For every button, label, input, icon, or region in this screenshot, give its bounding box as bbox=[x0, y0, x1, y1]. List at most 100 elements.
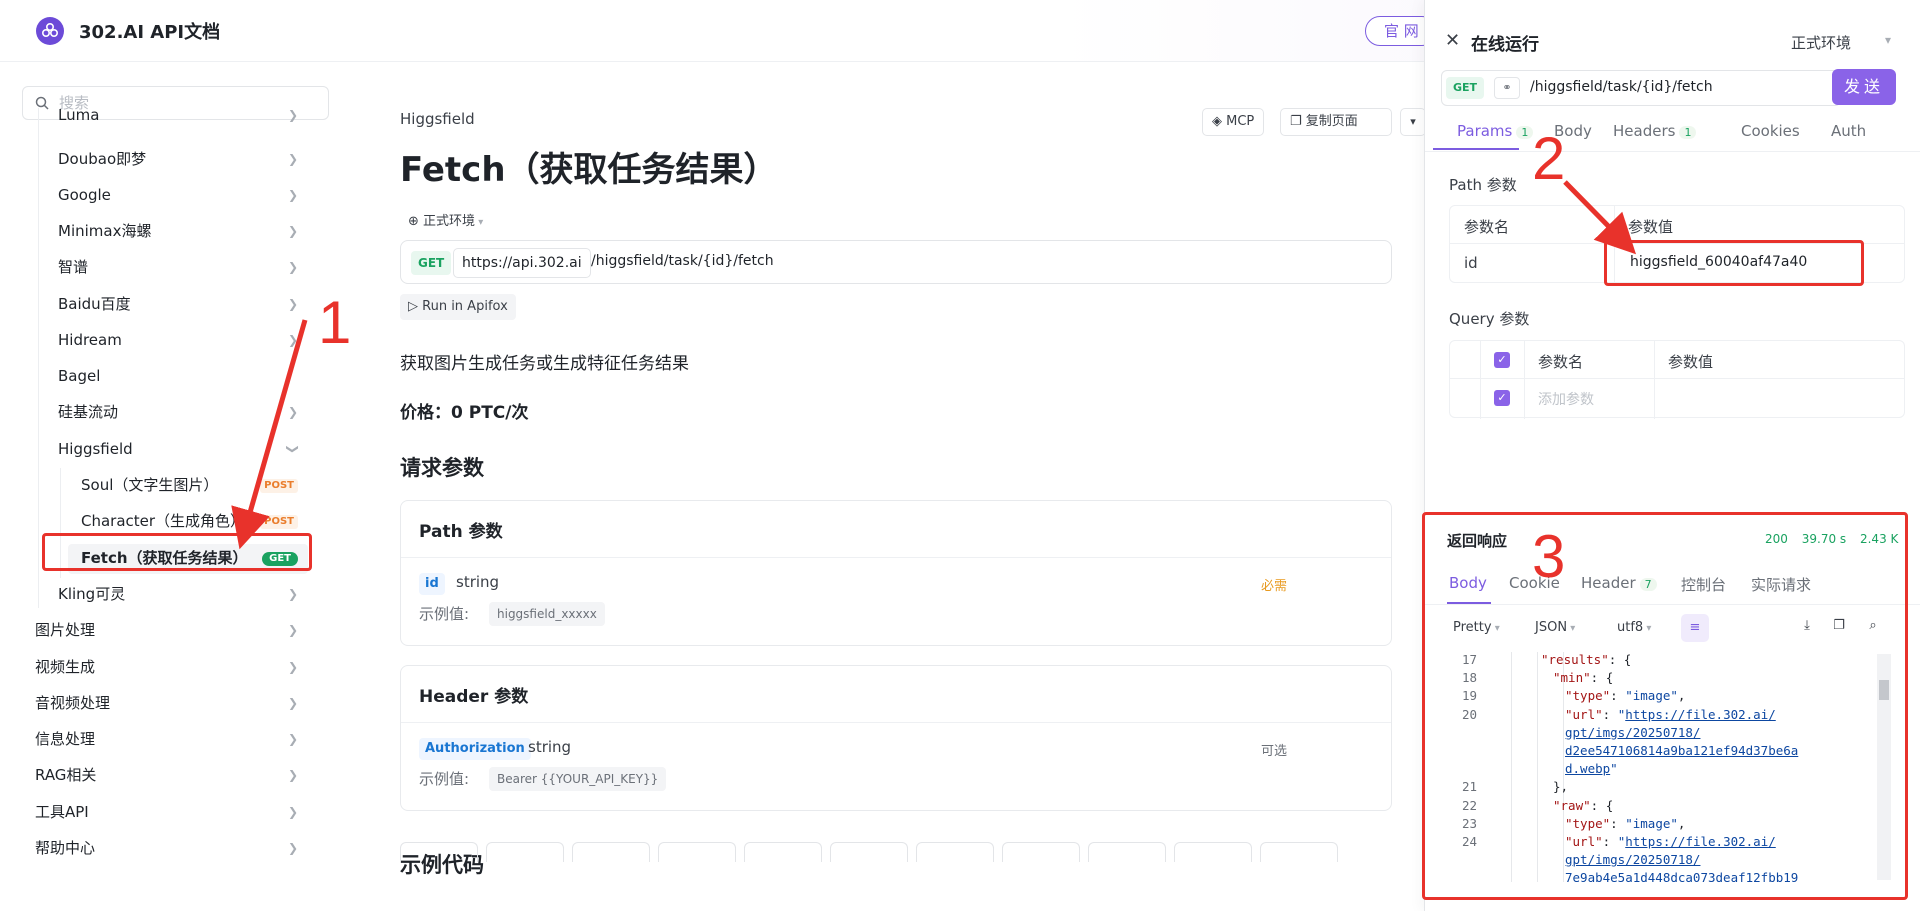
sidebar-item-google[interactable]: Google ❯ bbox=[58, 180, 298, 210]
chevron-right-icon: ❯ bbox=[287, 405, 298, 419]
example-label: 示例值: bbox=[419, 605, 470, 623]
divider bbox=[401, 722, 1391, 723]
environment-selector[interactable]: ⊕ 正式环境 ▾ bbox=[408, 210, 483, 229]
sidebar-item-zhipu[interactable]: 智谱 ❯ bbox=[58, 252, 298, 282]
run-in-apifox-button[interactable]: ▷ Run in Apifox bbox=[400, 294, 516, 320]
chevron-right-icon: ❯ bbox=[287, 188, 298, 202]
chevron-right-icon: ❯ bbox=[287, 333, 298, 347]
sidebar-item-soul[interactable]: Soul（文字生图片） POST bbox=[81, 470, 308, 500]
send-button[interactable]: 发送 bbox=[1832, 69, 1896, 105]
copy-icon: ❐ bbox=[1290, 114, 1306, 129]
code-tab[interactable] bbox=[572, 842, 650, 862]
copy-dropdown-button[interactable]: ▾ bbox=[1400, 108, 1426, 136]
sidebar-item-tools-api[interactable]: 工具API ❯ bbox=[35, 797, 298, 827]
link-icon[interactable]: ⚭ bbox=[1494, 77, 1520, 99]
sidebar-item-hidream[interactable]: Hidream ❯ bbox=[58, 325, 298, 355]
code-tab[interactable] bbox=[658, 842, 736, 862]
annotation-number-3: 3 bbox=[1532, 523, 1566, 590]
example-value: higgsfield_xxxxx bbox=[489, 602, 605, 626]
chevron-right-icon: ❯ bbox=[287, 152, 298, 166]
param-name-cell: id bbox=[1464, 254, 1478, 272]
col-value-header: 参数值 bbox=[1668, 353, 1714, 371]
chevron-right-icon: ❯ bbox=[287, 696, 298, 710]
code-tab[interactable] bbox=[916, 842, 994, 862]
column-divider bbox=[1480, 341, 1481, 419]
play-icon: ▷ bbox=[408, 299, 423, 314]
code-tab[interactable] bbox=[486, 842, 564, 862]
method-badge[interactable]: GET bbox=[1446, 77, 1485, 99]
param-type: string bbox=[456, 573, 500, 591]
sidebar-item-siliconflow[interactable]: 硅基流动 ❯ bbox=[58, 397, 298, 427]
breadcrumb[interactable]: Higgsfield bbox=[400, 110, 475, 128]
param-name: Authorization bbox=[419, 738, 531, 760]
checkbox-icon[interactable]: ✓ bbox=[1494, 352, 1510, 368]
page-title: Fetch（获取任务结果） bbox=[400, 150, 778, 190]
endpoint-path: /higgsfield/task/{id}/fetch bbox=[591, 253, 774, 269]
close-icon[interactable]: ✕ bbox=[1445, 30, 1460, 51]
panel-path-input[interactable]: /higgsfield/task/{id}/fetch bbox=[1530, 79, 1713, 95]
col-name-header: 参数名 bbox=[1464, 218, 1510, 236]
sidebar-item-help-center[interactable]: 帮助中心 ❯ bbox=[35, 833, 298, 863]
table-header-row: 参数名 参数值 bbox=[1450, 206, 1904, 244]
add-param-input[interactable]: 添加参数 bbox=[1538, 389, 1594, 409]
sidebar-item-info-processing[interactable]: 信息处理 ❯ bbox=[35, 724, 298, 754]
header-params-card: Header 参数 Authorization string 可选 示例值: B… bbox=[400, 665, 1392, 811]
chevron-down-icon: ❯ bbox=[285, 443, 300, 455]
sidebar-item-doubao[interactable]: Doubao即梦 ❯ bbox=[58, 144, 298, 174]
param-type: string bbox=[528, 738, 572, 756]
sidebar-item-bagel[interactable]: Bagel bbox=[58, 361, 298, 391]
sidebar-item-video-generation[interactable]: 视频生成 ❯ bbox=[35, 652, 298, 682]
chevron-right-icon: ❯ bbox=[287, 297, 298, 311]
param-name: id bbox=[419, 573, 445, 595]
method-badge: POST bbox=[260, 515, 298, 529]
sidebar-guide-line bbox=[38, 108, 39, 608]
sidebar-item-av-processing[interactable]: 音视频处理 ❯ bbox=[35, 688, 298, 718]
sidebar-item-higgsfield[interactable]: Higgsfield ❯ bbox=[58, 434, 300, 464]
chevron-right-icon: ❯ bbox=[287, 260, 298, 274]
tab-cookies[interactable]: Cookies bbox=[1741, 122, 1800, 140]
card-title: Path 参数 bbox=[419, 522, 503, 542]
chevron-down-icon[interactable]: ▾ bbox=[1885, 33, 1891, 47]
brand-title[interactable]: 302.AI API文档 bbox=[79, 18, 220, 44]
sidebar-item-character[interactable]: Character（生成角色） POST bbox=[81, 506, 308, 536]
query-params-label: Query 参数 bbox=[1449, 310, 1530, 328]
code-tab[interactable] bbox=[1002, 842, 1080, 862]
optional-label: 可选 bbox=[1260, 744, 1287, 759]
sidebar-item-rag[interactable]: RAG相关 ❯ bbox=[35, 760, 298, 790]
code-tab[interactable] bbox=[1088, 842, 1166, 862]
sidebar-item-luma[interactable]: Luma ❯ bbox=[58, 108, 298, 130]
code-tab[interactable] bbox=[1174, 842, 1252, 862]
code-tab[interactable] bbox=[1260, 842, 1338, 862]
code-tab[interactable] bbox=[830, 842, 908, 862]
checkbox-icon[interactable]: ✓ bbox=[1494, 390, 1510, 406]
copy-page-button[interactable]: ❐ 复制页面 bbox=[1280, 108, 1392, 136]
path-params-label: Path 参数 bbox=[1449, 176, 1517, 194]
annotation-number-1: 1 bbox=[318, 289, 352, 356]
request-tabs: Params 1 Body Headers 1 Cookies Auth bbox=[1425, 112, 1920, 152]
sidebar-item-baidu[interactable]: Baidu百度 ❯ bbox=[58, 289, 298, 319]
chevron-right-icon: ❯ bbox=[287, 768, 298, 782]
panel-env-selector[interactable]: 正式环境 bbox=[1791, 32, 1851, 53]
endpoint-description: 获取图片生成任务或生成特征任务结果 bbox=[400, 354, 689, 374]
tab-auth[interactable]: Auth bbox=[1831, 122, 1866, 140]
mcp-button[interactable]: ◈ MCP bbox=[1202, 108, 1265, 136]
chevron-down-icon: ▾ bbox=[475, 217, 484, 228]
query-params-table: ✓ 参数名 参数值 ✓ 添加参数 bbox=[1449, 340, 1905, 419]
request-params-heading: 请求参数 bbox=[400, 456, 484, 480]
host-url[interactable]: https://api.302.ai bbox=[453, 248, 591, 278]
chevron-right-icon: ❯ bbox=[287, 805, 298, 819]
sidebar-item-minimax[interactable]: Minimax海螺 ❯ bbox=[58, 216, 298, 246]
annotation-box-2 bbox=[1604, 240, 1864, 286]
example-label: 示例值: bbox=[419, 770, 470, 788]
panel-url-bar: GET ⚭ /higgsfield/task/{id}/fetch bbox=[1441, 70, 1841, 106]
logo-icon[interactable] bbox=[36, 17, 64, 45]
chevron-right-icon: ❯ bbox=[287, 224, 298, 238]
code-tab[interactable] bbox=[400, 842, 478, 862]
chevron-right-icon: ❯ bbox=[287, 732, 298, 746]
tab-params[interactable]: Params 1 bbox=[1457, 122, 1534, 140]
sidebar-item-kling[interactable]: Kling可灵 ❯ bbox=[58, 579, 298, 609]
code-tab[interactable] bbox=[744, 842, 822, 862]
tab-headers[interactable]: Headers 1 bbox=[1613, 122, 1697, 140]
table-header-row: ✓ 参数名 参数值 bbox=[1450, 341, 1904, 379]
sidebar-item-image-processing[interactable]: 图片处理 ❯ bbox=[35, 615, 298, 645]
